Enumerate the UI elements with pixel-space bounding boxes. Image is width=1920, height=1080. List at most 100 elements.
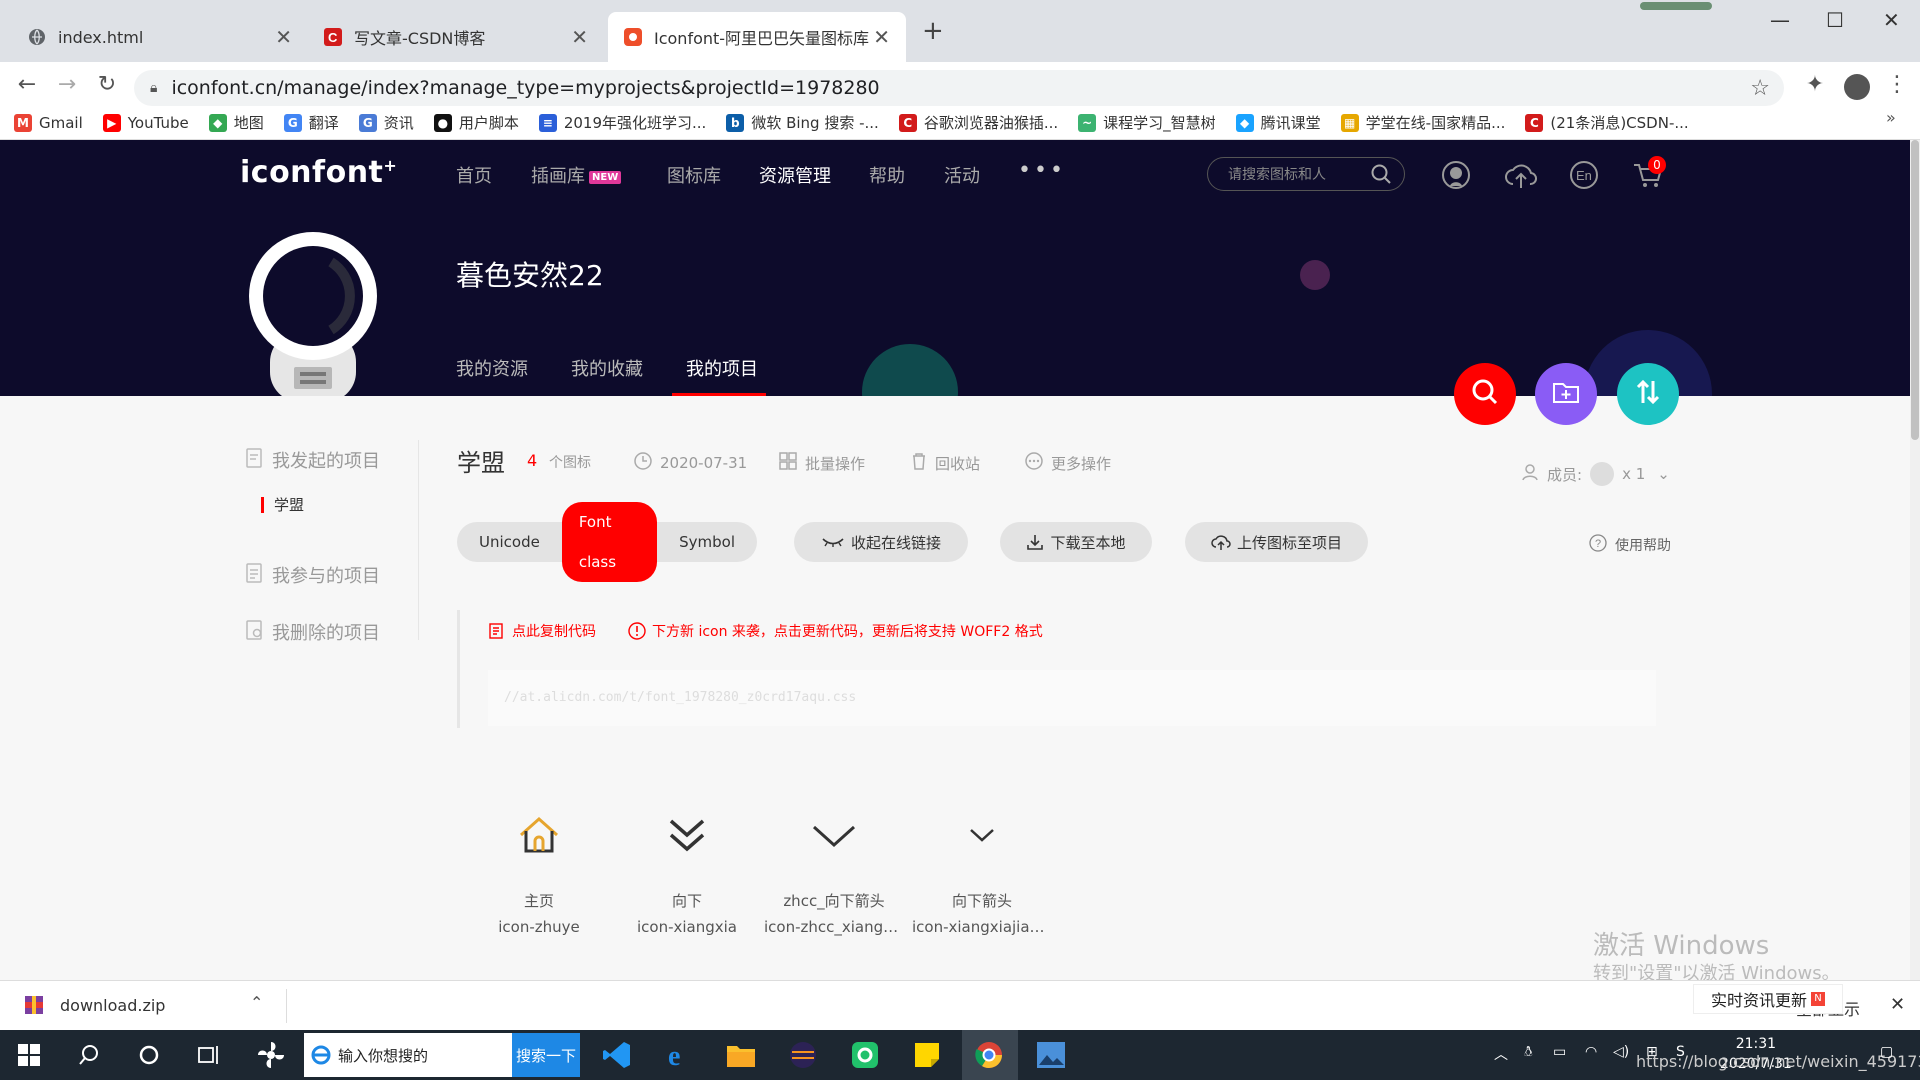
file-explorer-icon[interactable] [724, 1038, 758, 1072]
back-icon[interactable]: ← [12, 72, 42, 97]
download-filename[interactable]: download.zip [60, 996, 165, 1015]
window-close-icon[interactable]: ✕ [1883, 8, 1900, 32]
bookmark-item[interactable]: C (21条消息)CSDN-... [1525, 112, 1689, 133]
close-icon[interactable]: ✕ [1890, 994, 1905, 1015]
task-view-icon[interactable] [192, 1038, 226, 1072]
forward-icon[interactable]: → [52, 72, 82, 97]
icon-card-zhcc-xiangxia[interactable]: zhcc_向下箭头 icon-zhcc_xiangx... [764, 810, 904, 936]
photos-icon[interactable] [1034, 1038, 1068, 1072]
browser-tab-index[interactable]: index.html ✕ [12, 12, 308, 62]
nav-help[interactable]: 帮助 [869, 162, 905, 188]
nav-home[interactable]: 首页 [456, 162, 492, 188]
bookmarks-more-icon[interactable]: » [1886, 108, 1896, 127]
fan-app-icon[interactable] [254, 1038, 288, 1072]
bookmark-item[interactable]: ◆ 地图 [208, 112, 264, 133]
nav-activity[interactable]: 活动 [944, 162, 980, 188]
wifi-icon[interactable]: ◠ [1585, 1044, 1597, 1060]
update-code-link[interactable]: 下方新 icon 来袭，点击更新代码，更新后将支持 WOFF2 格式 [628, 621, 1043, 641]
browser-tab-iconfont[interactable]: Iconfont-阿里巴巴矢量图标库 ✕ [608, 12, 906, 62]
battery-icon[interactable]: ▭ [1553, 1044, 1566, 1060]
chevron-up-icon[interactable]: ⌃ [250, 993, 263, 1012]
usage-help-link[interactable]: ? 使用帮助 [1589, 534, 1671, 556]
vscode-icon[interactable] [600, 1038, 634, 1072]
icon-card-zhuye[interactable]: 主页 icon-zhuye [469, 810, 609, 936]
bookmark-item[interactable]: G 翻译 [283, 112, 339, 133]
tab-font-class[interactable]: Font class [561, 502, 658, 582]
more-icon[interactable]: ••• [1018, 158, 1066, 183]
close-icon[interactable]: ✕ [873, 25, 890, 49]
css-link-code[interactable]: //at.alicdn.com/t/font_1978280_z0crd17aq… [488, 670, 1656, 726]
new-tab-icon[interactable]: + [922, 16, 944, 46]
tab-symbol[interactable]: Symbol [657, 522, 757, 562]
language-icon[interactable]: En [1569, 160, 1599, 190]
nav-illustration[interactable]: 插画库 NEW [531, 162, 622, 188]
browser-tab-csdn[interactable]: C 写文章-CSDN博客 ✕ [308, 12, 604, 62]
copy-code-link[interactable]: 点此复制代码 [488, 621, 596, 641]
windows-start-icon[interactable] [12, 1038, 46, 1072]
page-scrollbar[interactable] [1910, 140, 1920, 980]
icon-search-input[interactable]: 请搜索图标和人 [1207, 157, 1405, 191]
sidebar-item-deleted[interactable]: 我删除的项目 [246, 619, 380, 645]
green-app-icon[interactable] [848, 1038, 882, 1072]
extensions-icon[interactable]: ✦ [1800, 72, 1830, 97]
icon-card-xiangxia[interactable]: 向下 icon-xiangxia [617, 810, 757, 936]
bookmark-item[interactable]: G 资讯 [358, 112, 414, 133]
iconfont-logo[interactable]: iconfont+ [240, 155, 397, 190]
chrome-icon[interactable] [972, 1038, 1006, 1072]
nav-icon-library[interactable]: 图标库 [667, 162, 721, 188]
url-bar[interactable]: 🔒︎ iconfont.cn/manage/index?manage_type=… [134, 70, 1784, 106]
tab-unicode[interactable]: Unicode [457, 522, 562, 562]
maximize-icon[interactable]: ☐ [1826, 8, 1844, 32]
user-avatar[interactable] [246, 232, 380, 396]
collapse-online-link-button[interactable]: 收起在线链接 [794, 522, 968, 562]
add-folder-fab[interactable] [1535, 363, 1597, 425]
icon-card-xiangxiajiantou[interactable]: 向下箭头 icon-xiangxiajian... [912, 810, 1052, 936]
bookmark-item[interactable]: M Gmail [14, 113, 83, 132]
upload-cloud-icon[interactable] [1504, 160, 1538, 190]
bookmark-item[interactable]: ~ 课程学习_智慧树 [1078, 112, 1216, 133]
subnav-my-projects[interactable]: 我的项目 [686, 355, 758, 381]
close-icon[interactable]: ✕ [275, 25, 292, 49]
bookmark-item[interactable]: ≡ 2019年强化班学习... [538, 112, 706, 133]
transfer-fab[interactable] [1617, 363, 1679, 425]
github-icon[interactable] [1441, 160, 1471, 190]
search-icon[interactable] [1370, 163, 1392, 189]
sidebar-item-initiated[interactable]: 我发起的项目 [246, 447, 380, 473]
close-icon[interactable]: ✕ [571, 25, 588, 49]
star-icon[interactable]: ☆ [1750, 76, 1770, 101]
minimize-icon[interactable]: — [1770, 8, 1790, 32]
upload-to-project-button[interactable]: 上传图标至项目 [1185, 522, 1368, 562]
bookmark-item[interactable]: ▦ 学堂在线-国家精品... [1340, 112, 1505, 133]
qq-icon[interactable]: 🐧︎ [1524, 1044, 1533, 1062]
eclipse-icon[interactable] [786, 1038, 820, 1072]
news-update-popup[interactable]: 实时资讯更新 N [1693, 984, 1843, 1014]
search-fab[interactable] [1454, 363, 1516, 425]
scrollbar-thumb[interactable] [1911, 140, 1919, 440]
reload-icon[interactable]: ↻ [92, 72, 122, 97]
profile-icon[interactable] [1844, 74, 1870, 100]
taskbar-search-input[interactable]: 输入你想搜的 [304, 1033, 512, 1077]
bookmark-item[interactable]: b 微软 Bing 搜索 -... [726, 112, 879, 133]
taskbar-search-button[interactable]: 搜索一下 [512, 1033, 580, 1077]
cortana-icon[interactable] [132, 1038, 166, 1072]
recycle-bin-button[interactable]: 回收站 [911, 452, 980, 474]
sticky-notes-icon[interactable] [910, 1038, 944, 1072]
menu-icon[interactable]: ⋮ [1882, 72, 1912, 97]
members-dropdown[interactable]: 成员: x 1 ⌄ [1521, 462, 1670, 486]
taskbar-search-icon[interactable] [72, 1038, 106, 1072]
tray-chevron-up-icon[interactable]: ︿ [1494, 1044, 1508, 1064]
download-local-button[interactable]: 下载至本地 [1000, 522, 1152, 562]
bookmark-item[interactable]: ◆ 腾讯课堂 [1235, 112, 1321, 133]
notification-icon[interactable]: ▢ [1880, 1044, 1893, 1060]
edge-icon[interactable]: e [662, 1038, 696, 1072]
volume-icon[interactable]: ◁) [1613, 1044, 1629, 1060]
bookmark-item[interactable]: ▶ YouTube [102, 113, 189, 132]
more-operations-button[interactable]: 更多操作 [1025, 452, 1111, 474]
batch-operation-button[interactable]: 批量操作 [779, 452, 865, 474]
subnav-my-resources[interactable]: 我的资源 [456, 355, 528, 381]
nav-resource-management[interactable]: 资源管理 [759, 162, 831, 188]
sidebar-item-participated[interactable]: 我参与的项目 [246, 562, 380, 588]
subnav-my-favorites[interactable]: 我的收藏 [571, 355, 643, 381]
bookmark-item[interactable]: ● 用户脚本 [433, 112, 519, 133]
bookmark-item[interactable]: C 谷歌浏览器油猴插... [898, 112, 1058, 133]
